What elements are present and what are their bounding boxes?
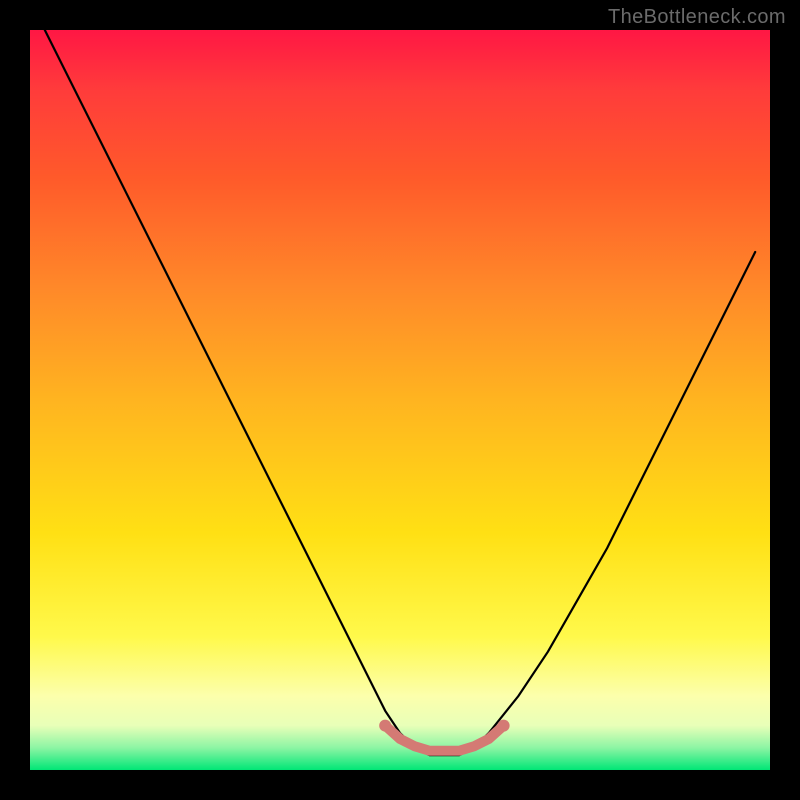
- floor-dot-right: [498, 720, 510, 732]
- floor-highlight: [385, 726, 503, 751]
- floor-dot-left: [379, 720, 391, 732]
- chart-svg: [30, 30, 770, 770]
- bottleneck-curve: [45, 30, 755, 755]
- plot-area: [30, 30, 770, 770]
- chart-frame: TheBottleneck.com: [0, 0, 800, 800]
- watermark-text: TheBottleneck.com: [608, 6, 786, 29]
